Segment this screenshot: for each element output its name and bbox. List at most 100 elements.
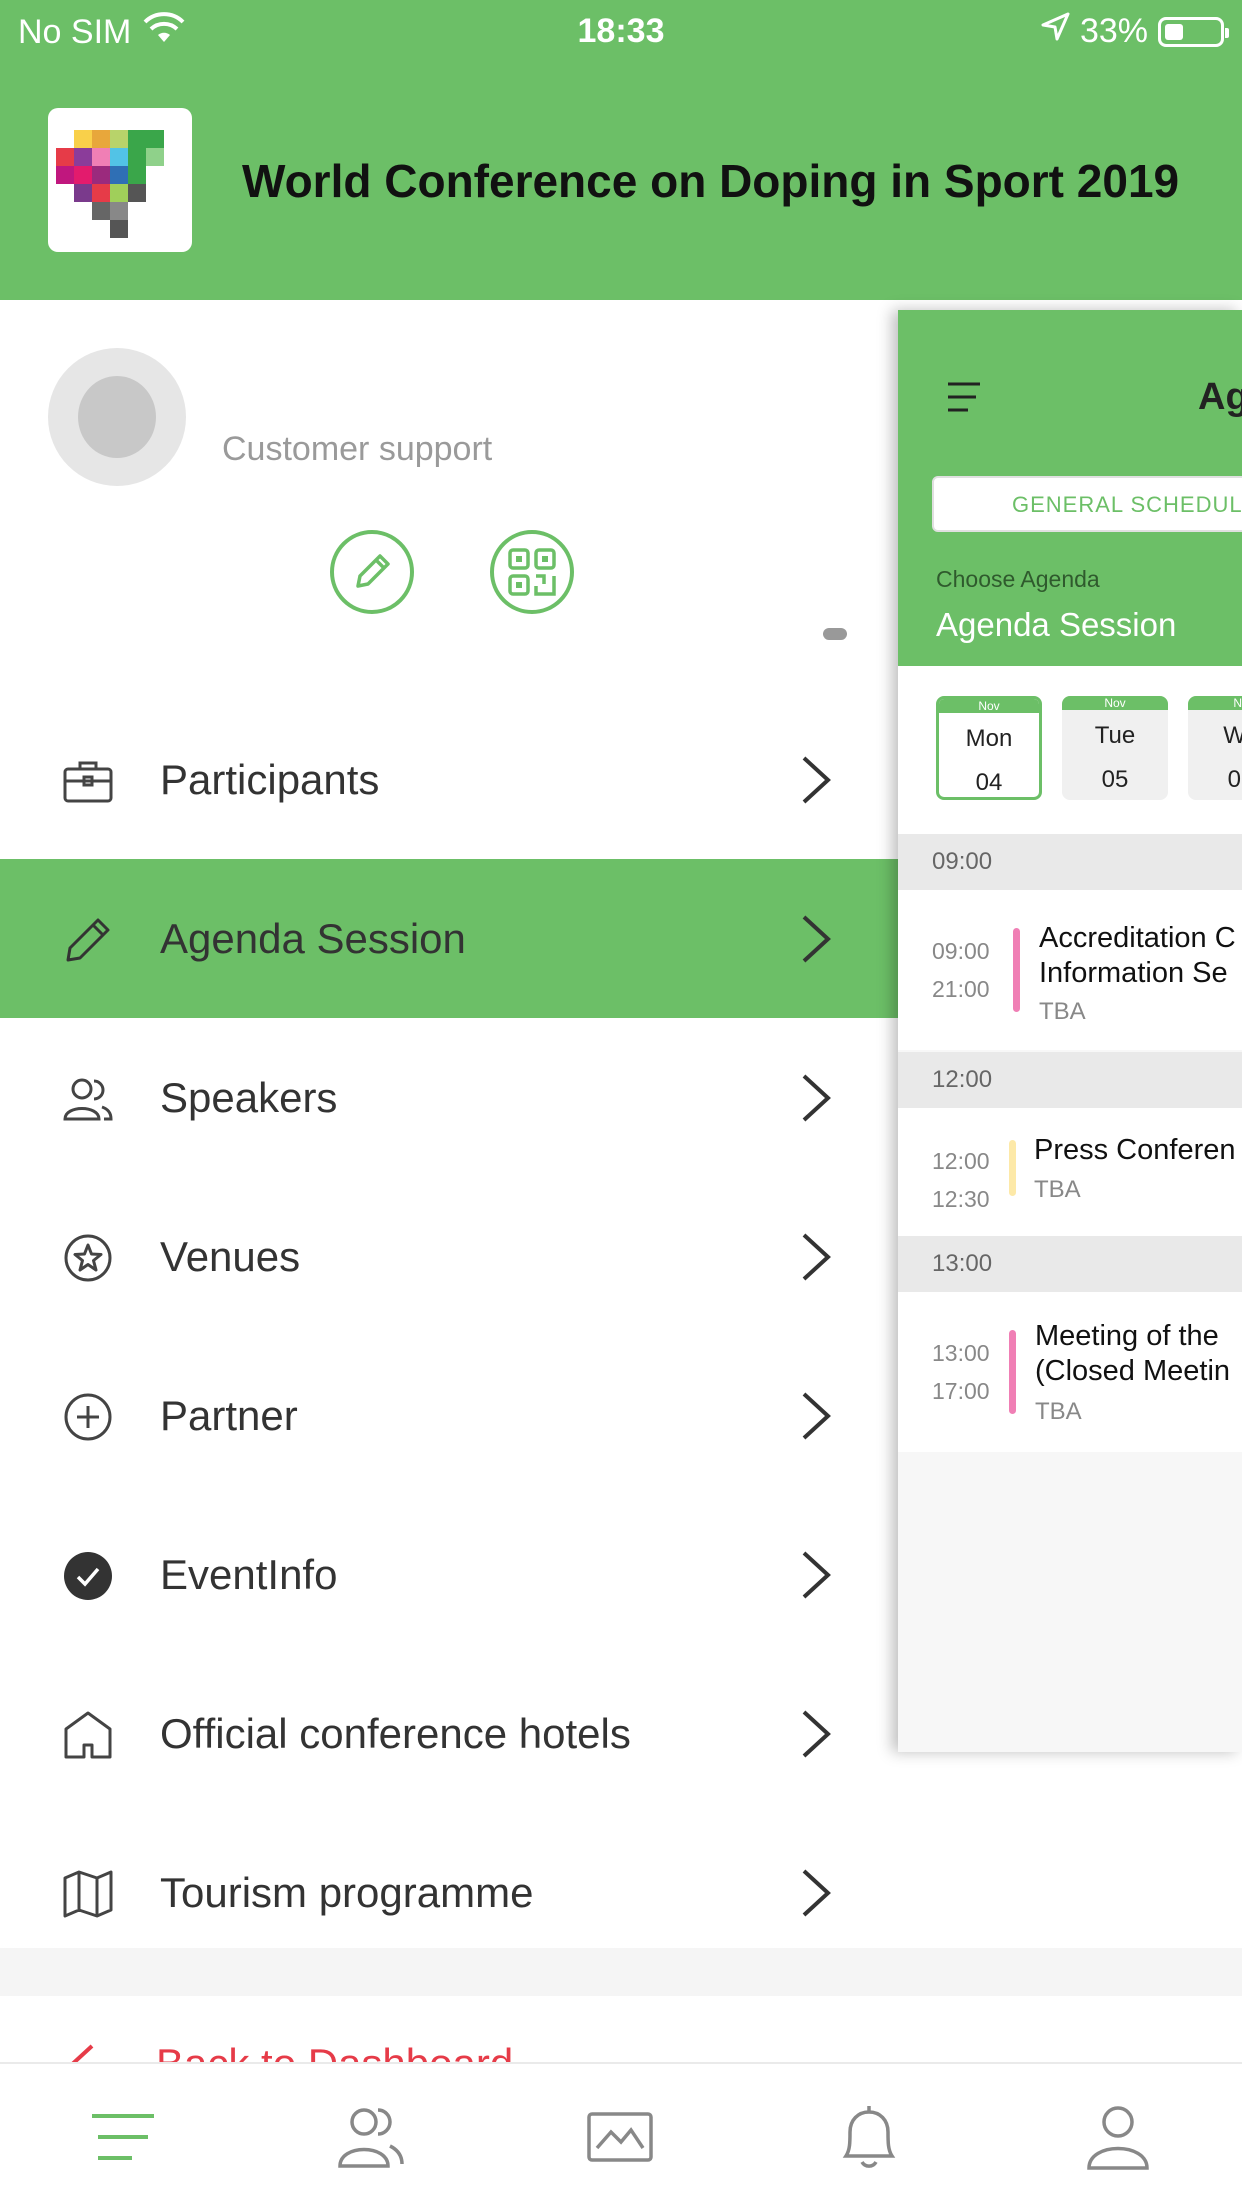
menu-item-participants[interactable]: Participants (0, 700, 898, 859)
agenda-event[interactable]: 12:00 12:30 Press Conferen TBA (898, 1108, 1242, 1236)
event-start-time: 09:00 (932, 938, 990, 964)
conference-logo (48, 108, 192, 252)
map-icon (63, 1870, 113, 1918)
menu-item-agenda-session[interactable]: Agenda Session (0, 859, 898, 1018)
status-bar: No SIM 18:33 33% (0, 0, 1242, 62)
day-weekday: We (1223, 722, 1242, 749)
battery-icon (1158, 16, 1229, 47)
event-location: TBA (1035, 1398, 1082, 1425)
menu-item-label: Speakers (160, 1074, 338, 1121)
slot-header-time: 12:00 (932, 1066, 993, 1093)
event-title: Press Conferen (1034, 1134, 1236, 1166)
day-tab-tue[interactable]: Nov Tue 05 (1062, 696, 1168, 800)
day-selector: Nov Mon 04 Nov Tue 05 No We 06 (898, 666, 1242, 834)
menu-item-partner[interactable]: Partner (0, 1336, 898, 1495)
chevron-right-icon (802, 1869, 831, 1917)
chevron-right-icon (802, 1074, 831, 1122)
day-month: Nov (939, 699, 1039, 713)
day-weekday: Tue (1094, 722, 1136, 749)
time-slot-header: 13:00 (898, 1236, 1242, 1292)
tab-menu-hamburger-icon[interactable] (88, 2102, 158, 2172)
event-color-bar (1009, 1330, 1016, 1414)
tab-gallery-image-icon[interactable] (585, 2102, 655, 2172)
avatar[interactable] (48, 348, 186, 486)
day-tab-wed[interactable]: No We 06 (1188, 696, 1242, 800)
users-icon (63, 1078, 113, 1121)
event-start-time: 13:00 (932, 1340, 990, 1366)
agenda-panel-title: Ag (1198, 376, 1242, 418)
pencil-icon (66, 918, 110, 962)
chevron-right-icon (802, 1233, 831, 1281)
side-menu: Participants Agenda Session Speakers Ven… (0, 700, 898, 1972)
chevron-right-icon (802, 1551, 831, 1599)
qr-code-button[interactable] (490, 530, 574, 614)
check-circle-icon (64, 1552, 112, 1600)
chevron-right-icon (802, 915, 831, 963)
general-schedule-button[interactable]: GENERAL SCHEDULE (932, 476, 1242, 532)
home-icon (64, 1711, 112, 1759)
menu-item-eventinfo[interactable]: EventInfo (0, 1495, 898, 1654)
page-title: World Conference on Doping in Sport 2019 (242, 155, 1180, 207)
battery-percent: 33% (1079, 12, 1148, 50)
qr-code-icon (508, 548, 556, 596)
event-title-line2: (Closed Meetin (1035, 1355, 1231, 1387)
tab-participants-users-icon[interactable] (336, 2102, 406, 2172)
day-month: Nov (1062, 696, 1168, 710)
menu-item-speakers[interactable]: Speakers (0, 1018, 898, 1177)
menu-item-venues[interactable]: Venues (0, 1177, 898, 1336)
agenda-event[interactable]: 13:00 17:00 Meeting of the (Closed Meeti… (898, 1292, 1242, 1452)
event-start-time: 12:00 (932, 1148, 990, 1174)
star-circle-icon (64, 1234, 112, 1282)
event-end-time: 21:00 (932, 976, 990, 1002)
event-color-bar (1009, 1140, 1016, 1196)
chevron-right-icon (802, 1392, 831, 1440)
day-tab-mon[interactable]: Nov Mon 04 (936, 696, 1042, 800)
menu-divider (0, 1948, 1242, 1996)
menu-item-label: Official conference hotels (160, 1710, 631, 1757)
chevron-right-icon (802, 1710, 831, 1758)
menu-item-label: Partner (160, 1392, 298, 1439)
profile-section: Customer support (0, 300, 898, 700)
day-number: 06 (1227, 766, 1242, 793)
time-slot-header: 09:00 (898, 834, 1242, 890)
agenda-panel-header: Ag GENERAL SCHEDULE Choose Agenda Agenda… (898, 310, 1242, 666)
day-month: No (1188, 696, 1242, 710)
menu-item-label: Participants (160, 756, 380, 803)
choose-agenda-label: Choose Agenda (936, 566, 1100, 592)
day-number: 05 (1101, 766, 1129, 793)
location-arrow-icon (1040, 12, 1070, 51)
app-header: World Conference on Doping in Sport 2019 (0, 62, 1242, 300)
scroll-indicator (823, 628, 847, 640)
event-title: Accreditation C (1039, 922, 1236, 954)
hamburger-icon[interactable] (946, 380, 982, 414)
event-end-time: 17:00 (932, 1378, 990, 1404)
menu-item-label: Venues (160, 1233, 301, 1280)
briefcase-icon (63, 761, 113, 803)
menu-item-hotels[interactable]: Official conference hotels (0, 1654, 898, 1813)
edit-profile-button[interactable] (330, 530, 414, 614)
day-weekday: Mon (965, 725, 1013, 752)
profile-name: Customer support (222, 430, 493, 468)
tab-notifications-bell-icon[interactable] (834, 2102, 904, 2172)
slot-header-time: 09:00 (932, 848, 993, 875)
event-location: TBA (1039, 998, 1086, 1025)
agenda-session-selector[interactable]: Agenda Session (936, 606, 1176, 644)
event-end-time: 12:30 (932, 1186, 990, 1212)
plus-circle-icon (64, 1393, 112, 1441)
menu-item-label: EventInfo (160, 1551, 338, 1598)
event-title: Meeting of the (1035, 1320, 1219, 1352)
menu-item-label: Agenda Session (160, 915, 466, 962)
event-title-line2: Information Se (1039, 957, 1228, 989)
chevron-right-icon (802, 756, 831, 804)
slot-header-time: 13:00 (932, 1250, 993, 1277)
menu-item-label: Tourism programme (160, 1869, 534, 1916)
day-number: 04 (975, 769, 1003, 796)
agenda-panel-preview[interactable]: Ag GENERAL SCHEDULE Choose Agenda Agenda… (898, 310, 1242, 1752)
time-slot-header: 12:00 (898, 1052, 1242, 1108)
event-color-bar (1013, 928, 1020, 1012)
tab-profile-user-icon[interactable] (1083, 2102, 1153, 2172)
pencil-icon (356, 554, 390, 588)
agenda-event[interactable]: 09:00 21:00 Accreditation C Information … (898, 890, 1242, 1050)
general-schedule-label: GENERAL SCHEDULE (1012, 492, 1242, 517)
bottom-tab-bar (0, 2062, 1242, 2210)
